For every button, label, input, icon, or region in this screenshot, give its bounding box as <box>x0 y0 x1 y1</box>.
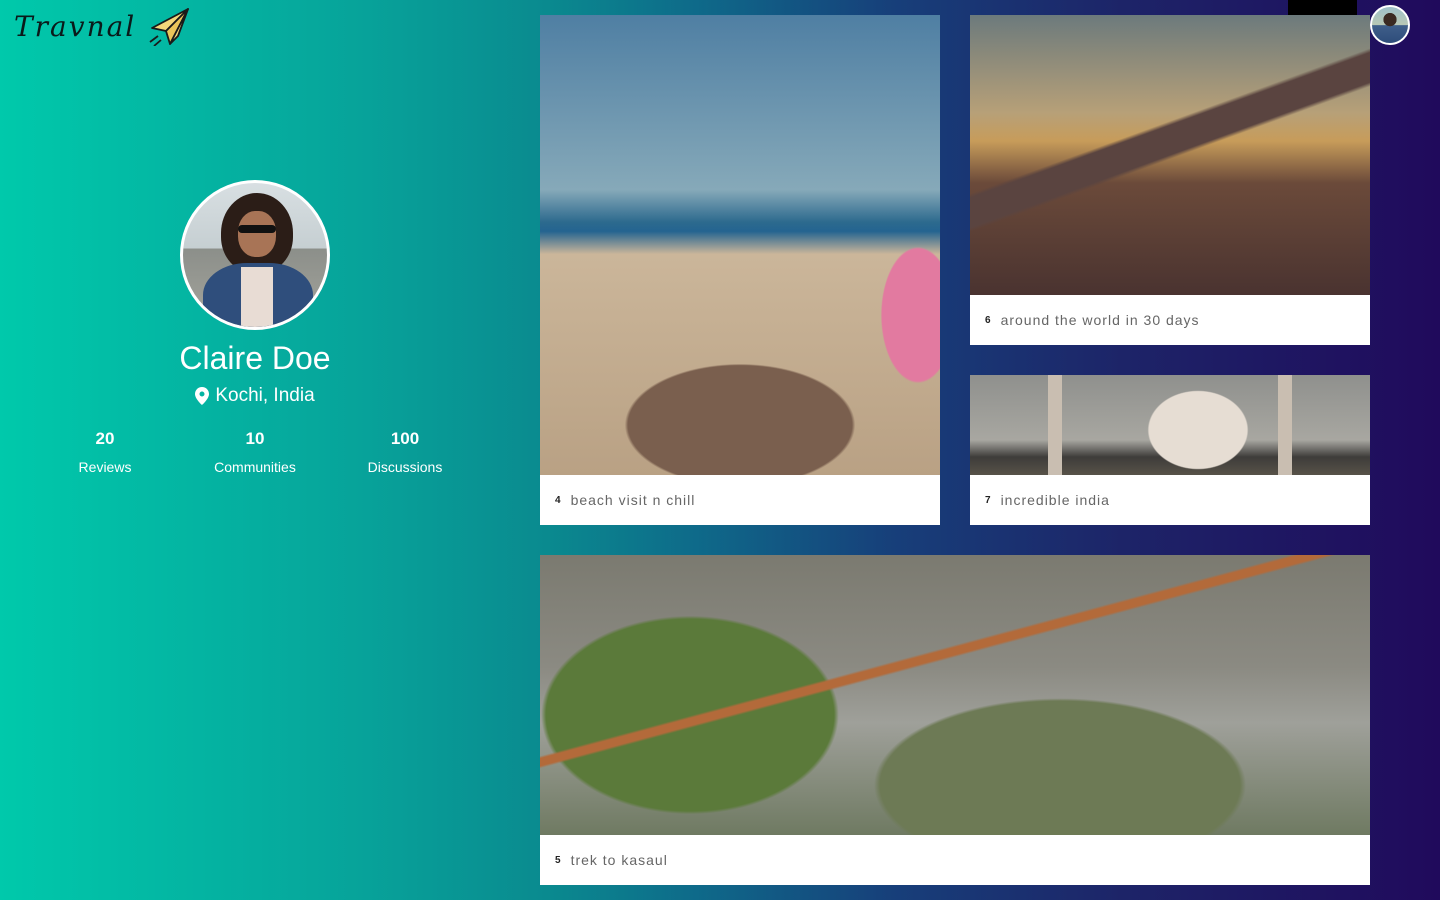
paper-plane-icon <box>149 8 190 46</box>
location-text: Kochi, India <box>215 385 315 406</box>
trip-photo <box>970 375 1370 475</box>
location-pin-icon <box>195 387 210 405</box>
trip-title: around the world in 30 days <box>1000 312 1200 328</box>
profile-name: Claire Doe <box>179 340 331 376</box>
profile-panel: Claire Doe Kochi, India 20 Reviews 10 Co… <box>30 180 480 475</box>
trip-card-trek[interactable]: 5 trek to kasaul <box>540 555 1370 885</box>
trip-card-india[interactable]: 7 incredible india <box>970 375 1370 525</box>
profile-location: Kochi, India <box>30 385 480 407</box>
profile-avatar <box>180 180 330 330</box>
stat-label: Reviews <box>78 459 132 475</box>
trip-number: 4 <box>555 494 561 506</box>
trip-caption: 5 trek to kasaul <box>540 835 1370 885</box>
trip-card-beach[interactable]: 4 beach visit n chill <box>540 15 940 525</box>
logo-text: Travnal <box>14 9 137 43</box>
trip-card-around-world[interactable]: 6 around the world in 30 days <box>970 15 1370 345</box>
trip-caption: 6 around the world in 30 days <box>970 295 1370 345</box>
trip-number: 7 <box>985 494 991 506</box>
user-avatar[interactable] <box>1370 5 1410 45</box>
stat-value: 20 <box>95 429 115 448</box>
stat-value: 100 <box>390 429 420 448</box>
trip-caption: 4 beach visit n chill <box>540 475 940 525</box>
trip-title: beach visit n chill <box>570 492 696 508</box>
profile-stats: 20 Reviews 10 Communities 100 Discussion… <box>30 429 480 475</box>
trip-number: 5 <box>555 854 561 866</box>
app-logo[interactable]: Travnal <box>14 4 192 48</box>
trip-photo <box>540 15 940 475</box>
trip-title: trek to kasaul <box>570 852 668 868</box>
stat-label: Discussions <box>367 459 443 475</box>
trip-photo <box>540 555 1370 835</box>
trip-title: incredible india <box>1000 492 1110 508</box>
stat-value: 10 <box>245 429 265 448</box>
trip-photo <box>970 15 1370 295</box>
stat-label: Communities <box>214 459 296 475</box>
stat-communities[interactable]: 10 Communities <box>180 429 330 475</box>
stat-reviews[interactable]: 20 Reviews <box>30 429 180 475</box>
stat-discussions[interactable]: 100 Discussions <box>330 429 480 475</box>
trip-number: 6 <box>985 314 991 326</box>
trip-caption: 7 incredible india <box>970 475 1370 525</box>
